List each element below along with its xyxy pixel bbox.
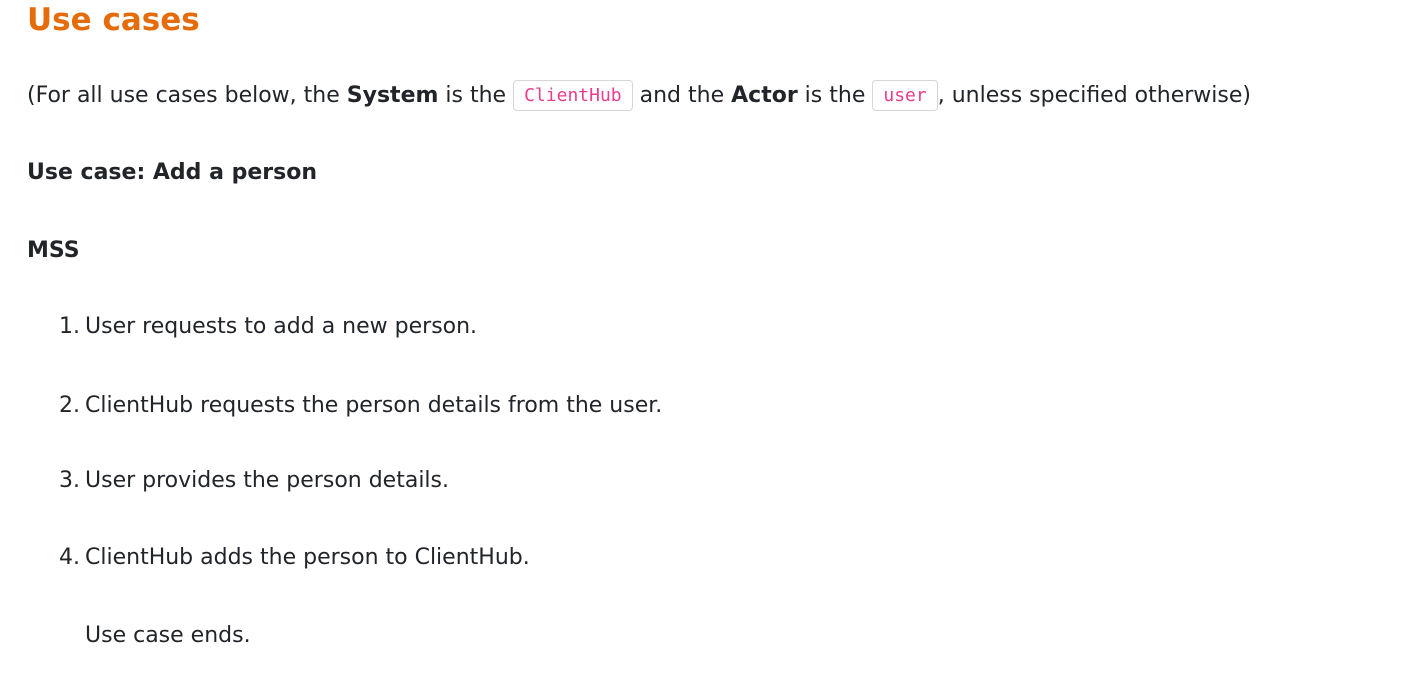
step-number: 4. — [59, 545, 80, 570]
step-text: User provides the person details. — [85, 468, 449, 493]
list-item: 3. User provides the person details. — [59, 466, 449, 496]
step-number: 3. — [59, 468, 80, 493]
step-text: ClientHub requests the person details fr… — [85, 393, 663, 418]
list-item: 2. ClientHub requests the person details … — [59, 391, 662, 421]
step-text: ClientHub adds the person to ClientHub. — [85, 545, 530, 570]
step-number: 2. — [59, 393, 80, 418]
list-item: 4. ClientHub adds the person to ClientHub… — [59, 543, 530, 573]
intro-and-the: and the — [632, 83, 732, 108]
use-case-title: Use case: Add a person — [27, 160, 317, 185]
step-number: 1. — [59, 314, 80, 339]
system-code: ClientHub — [513, 80, 633, 111]
list-item: 1. User requests to add a new person. — [59, 312, 477, 342]
step-text: User requests to add a new person. — [85, 314, 478, 339]
mss-label: MSS — [27, 238, 80, 263]
use-case-ending: Use case ends. — [85, 623, 251, 648]
actor-label: Actor — [731, 83, 798, 108]
actor-code: user — [872, 80, 938, 111]
section-heading: Use cases — [27, 2, 200, 38]
intro-suffix: , unless specified otherwise) — [937, 83, 1251, 108]
intro-prefix: (For all use cases below, the — [27, 83, 347, 108]
system-label: System — [346, 83, 439, 108]
intro-is-the-1: is the — [438, 83, 514, 108]
intro-is-the-2: is the — [797, 83, 873, 108]
intro-paragraph: (For all use cases below, the System is … — [27, 78, 1251, 114]
